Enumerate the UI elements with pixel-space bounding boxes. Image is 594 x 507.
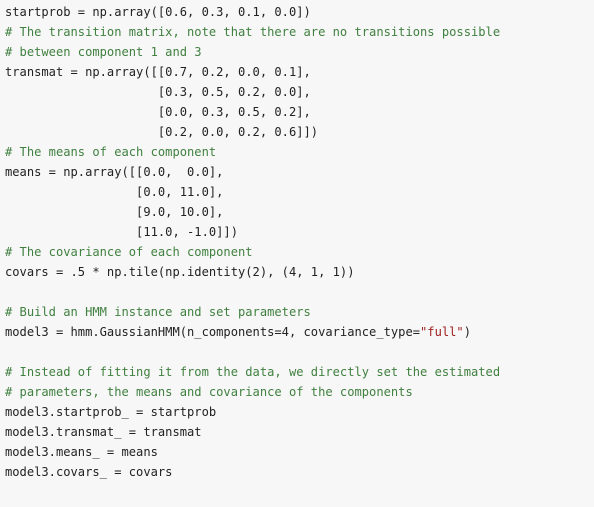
code-line[interactable] — [5, 282, 594, 302]
code-token-string: "full" — [420, 325, 464, 339]
code-line[interactable]: # Instead of fitting it from the data, w… — [5, 362, 594, 382]
code-line[interactable]: [9.0, 10.0], — [5, 202, 594, 222]
code-token-code: model3.means_ = means — [5, 445, 158, 459]
code-line[interactable]: # The covariance of each component — [5, 242, 594, 262]
code-token-code: ) — [463, 325, 471, 339]
code-line[interactable]: # Build an HMM instance and set paramete… — [5, 302, 594, 322]
code-token-code: means = np.array([[0.0, 0.0], — [5, 165, 224, 179]
code-token-comment: # The covariance of each component — [5, 245, 253, 259]
code-line[interactable]: # between component 1 and 3 — [5, 42, 594, 62]
code-token-code: covars = .5 * np.tile(np.identity(2), (4… — [5, 265, 355, 279]
code-token-comment: # Instead of fitting it from the data, w… — [5, 365, 501, 379]
code-token-code: [9.0, 10.0], — [5, 205, 224, 219]
code-line[interactable] — [5, 342, 594, 362]
code-token-comment: # parameters, the means and covariance o… — [5, 385, 413, 399]
code-line[interactable]: model3.transmat_ = transmat — [5, 422, 594, 442]
code-token-comment: # between component 1 and 3 — [5, 45, 202, 59]
code-line[interactable]: [0.2, 0.0, 0.2, 0.6]]) — [5, 122, 594, 142]
code-line[interactable]: [11.0, -1.0]]) — [5, 222, 594, 242]
code-token-code: startprob = np.array([0.6, 0.3, 0.1, 0.0… — [5, 5, 311, 19]
code-line-list: startprob = np.array([0.6, 0.3, 0.1, 0.0… — [5, 2, 594, 482]
code-line[interactable]: model3.covars_ = covars — [5, 462, 594, 482]
code-line[interactable]: means = np.array([[0.0, 0.0], — [5, 162, 594, 182]
code-line[interactable]: model3.startprob_ = startprob — [5, 402, 594, 422]
code-line[interactable]: [0.0, 11.0], — [5, 182, 594, 202]
code-line[interactable]: # The means of each component — [5, 142, 594, 162]
code-token-code: model3.covars_ = covars — [5, 465, 173, 479]
code-token-code: model3.transmat_ = transmat — [5, 425, 202, 439]
code-line[interactable]: covars = .5 * np.tile(np.identity(2), (4… — [5, 262, 594, 282]
code-token-code: [0.2, 0.0, 0.2, 0.6]]) — [5, 125, 319, 139]
code-token-code: [0.3, 0.5, 0.2, 0.0], — [5, 85, 311, 99]
code-token-code: model3 = hmm.GaussianHMM(n_components=4,… — [5, 325, 421, 339]
code-line[interactable]: # parameters, the means and covariance o… — [5, 382, 594, 402]
code-token-code: transmat = np.array([[0.7, 0.2, 0.0, 0.1… — [5, 65, 311, 79]
code-line[interactable]: [0.3, 0.5, 0.2, 0.0], — [5, 82, 594, 102]
code-token-code: [0.0, 0.3, 0.5, 0.2], — [5, 105, 311, 119]
code-line[interactable]: model3.means_ = means — [5, 442, 594, 462]
code-viewport[interactable]: startprob = np.array([0.6, 0.3, 0.1, 0.0… — [0, 0, 594, 507]
code-token-comment: # The means of each component — [5, 145, 217, 159]
code-token-comment: # The transition matrix, note that there… — [5, 25, 501, 39]
code-token-code: [11.0, -1.0]]) — [5, 225, 238, 239]
code-token-comment: # Build an HMM instance and set paramete… — [5, 305, 311, 319]
code-line[interactable]: transmat = np.array([[0.7, 0.2, 0.0, 0.1… — [5, 62, 594, 82]
code-token-code: [0.0, 11.0], — [5, 185, 224, 199]
code-line[interactable]: [0.0, 0.3, 0.5, 0.2], — [5, 102, 594, 122]
code-token-code: model3.startprob_ = startprob — [5, 405, 217, 419]
code-line[interactable]: startprob = np.array([0.6, 0.3, 0.1, 0.0… — [5, 2, 594, 22]
code-line[interactable]: model3 = hmm.GaussianHMM(n_components=4,… — [5, 322, 594, 342]
code-line[interactable]: # The transition matrix, note that there… — [5, 22, 594, 42]
